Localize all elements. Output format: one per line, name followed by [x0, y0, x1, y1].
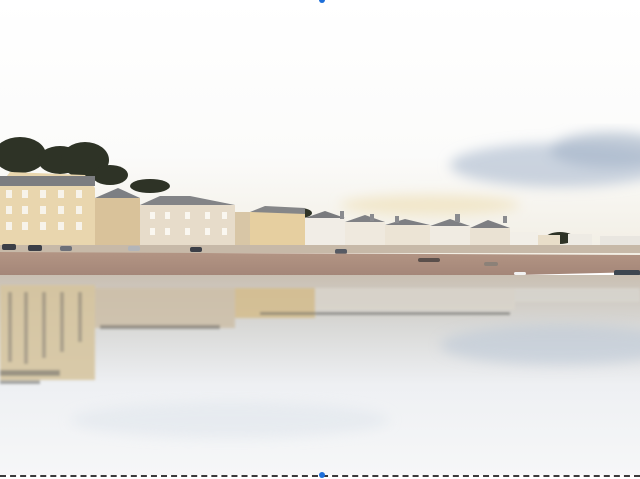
- promenade: [0, 245, 640, 253]
- seaside-scene: [0, 0, 640, 475]
- photo: [0, 0, 640, 475]
- resize-handle-bottom[interactable]: [319, 472, 325, 478]
